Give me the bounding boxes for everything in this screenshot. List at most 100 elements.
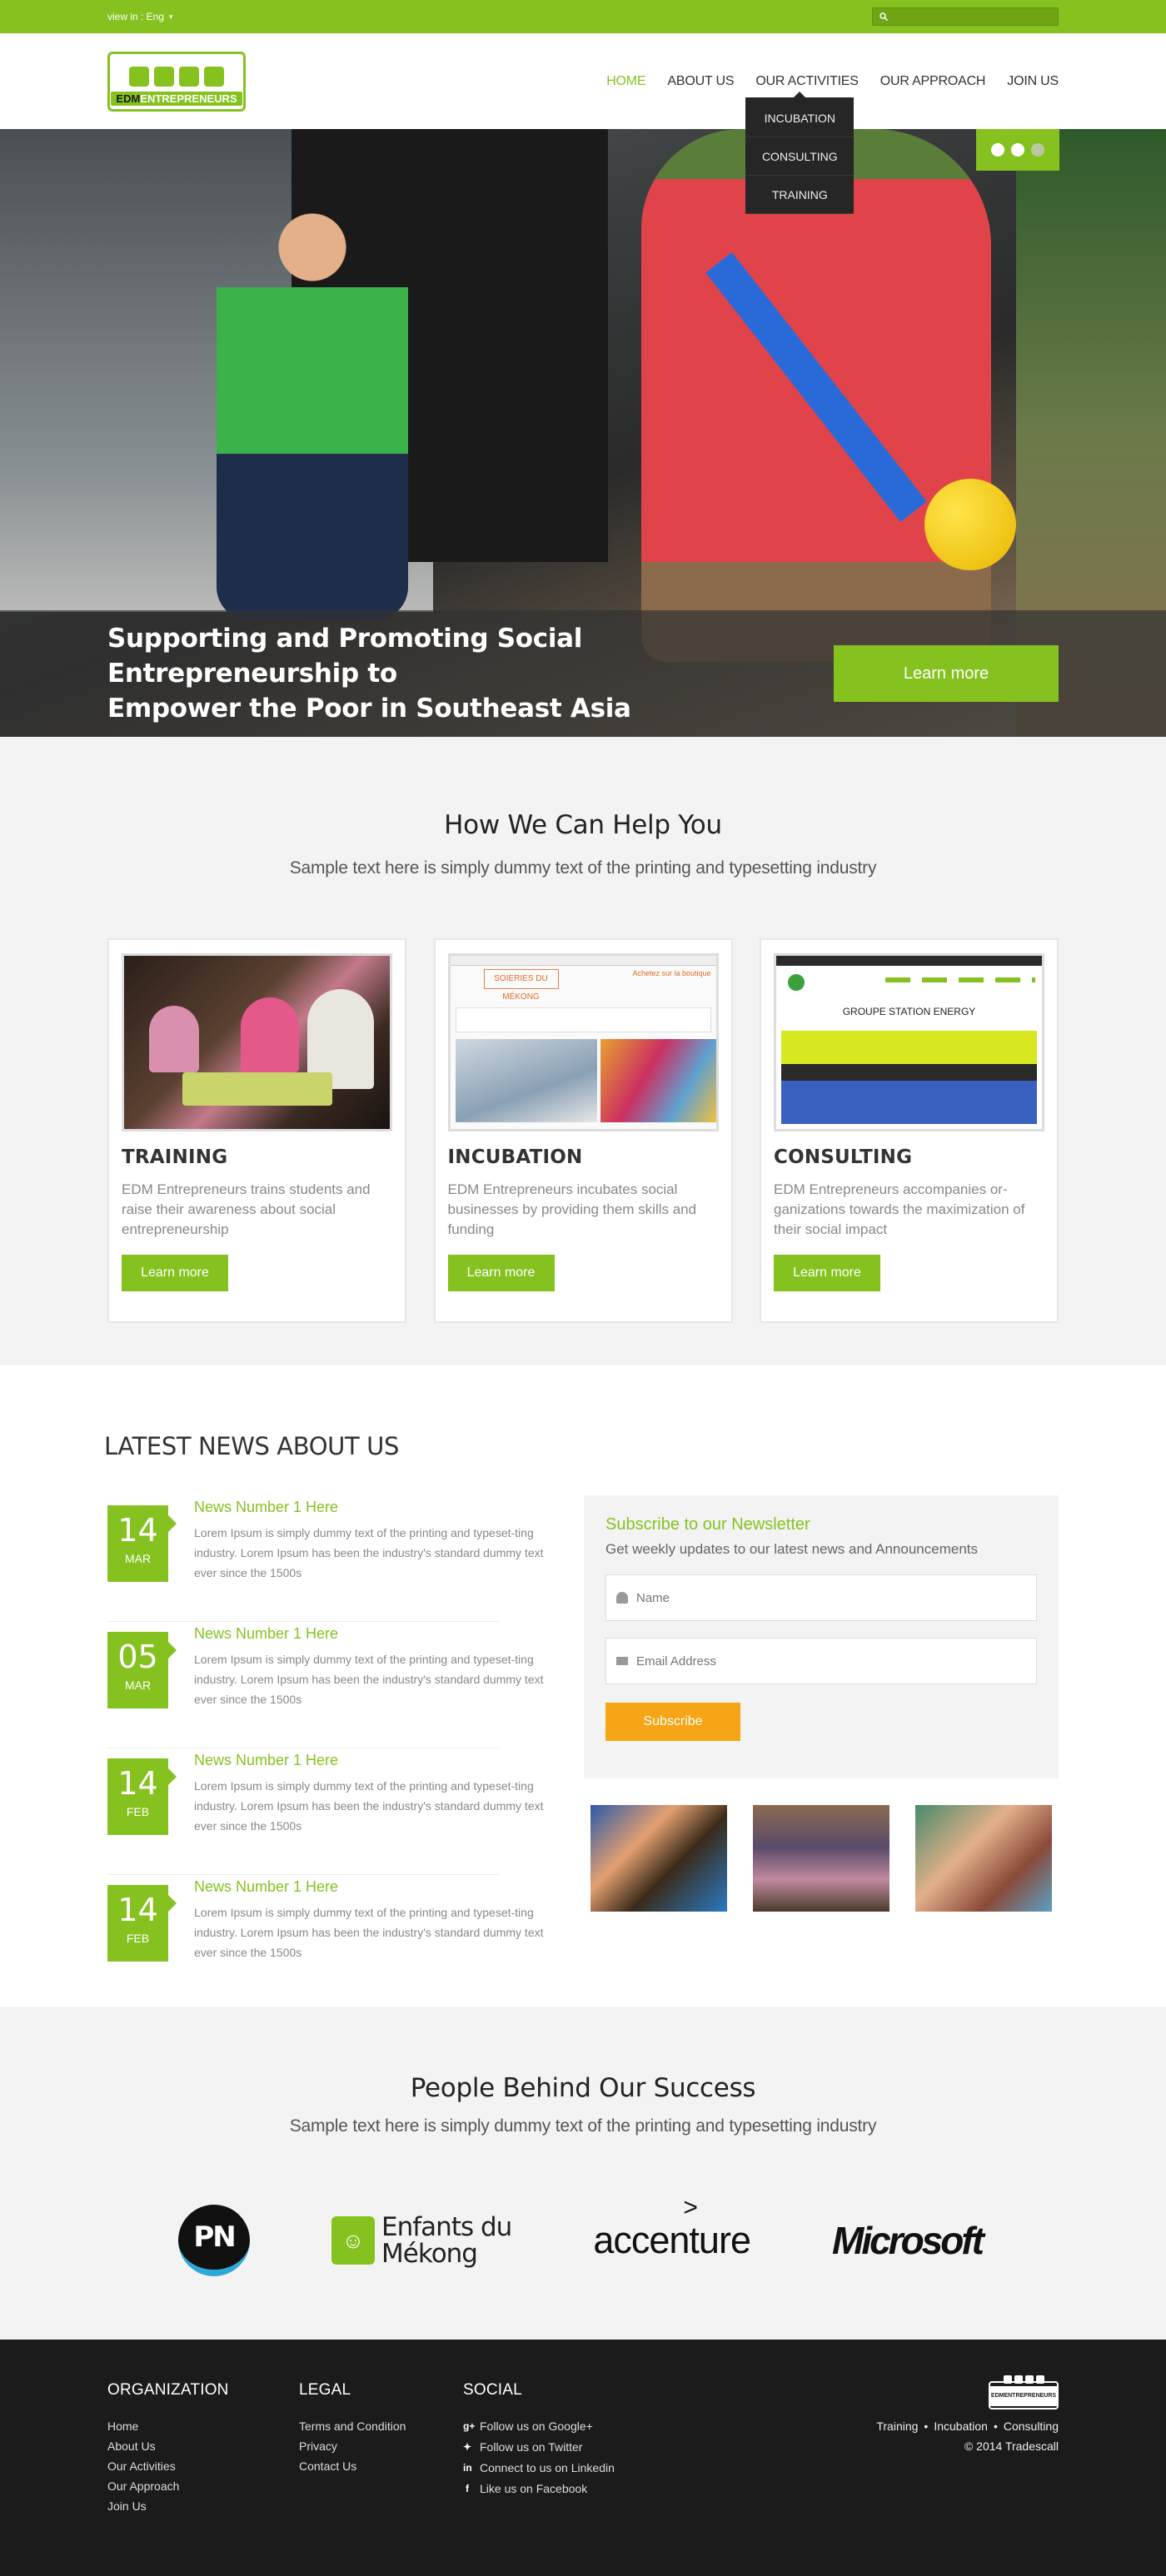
footer-link-training[interactable]: Training [876,2419,918,2433]
newsletter-box: Subscribe to our Newsletter Get weekly u… [584,1495,1059,1778]
news-date-badge: 05 MAR [107,1632,177,1708]
learn-more-button[interactable]: Learn more [447,1255,555,1291]
hero-slider: Supporting and Promoting Social Entrepre… [0,129,1166,737]
footer-link-consulting[interactable]: Consulting [1004,2419,1059,2433]
footer: ORGANIZATION Home About Us Our Activitie… [0,2340,1166,2576]
news-item-text: Lorem Ipsum is simply dummy text of the … [194,1906,544,1959]
news-item-title[interactable]: News Number 1 Here [194,1625,544,1643]
dropdown-item-incubation[interactable]: INCUBATION [745,99,855,137]
help-section: How We Can Help You Sample text here is … [0,737,1166,1365]
news-item-title[interactable]: News Number 1 Here [194,1878,544,1896]
name-field[interactable] [605,1574,1037,1621]
footer-link-activities[interactable]: Our Activities [107,2456,299,2476]
shop-link-text: Achetez sur la boutique [632,969,711,977]
email-input[interactable] [636,1654,969,1668]
footer-link-linkedin[interactable]: in Connect to us on Linkedin [463,2458,713,2479]
email-field[interactable] [605,1638,1037,1684]
thumbnail-children-1[interactable] [590,1805,727,1912]
microsoft-logo[interactable]: Microsoft [832,2218,984,2263]
dropdown-item-consulting[interactable]: CONSULTING [745,137,855,176]
accenture-logo[interactable]: > accenture [593,2194,751,2262]
footer-social: SOCIAL g+ Follow us on Google+ ✦ Follow us… [463,2381,713,2516]
footer-link-home[interactable]: Home [107,2416,299,2436]
help-title: How We Can Help You [444,810,722,840]
smile-icon: ☺ [331,2216,376,2265]
copyright: © 2014 Tradescall [964,2439,1059,2453]
news-item-title[interactable]: News Number 1 Here [194,1752,544,1769]
header: EDMENTREPRENEURS HOME ABOUT US OUR ACTIV… [0,33,1166,214]
user-icon [616,1592,628,1604]
logo-text: EDMENTREPRENEURS [111,91,242,106]
search-icon [879,12,888,21]
card-title: CONSULTING [774,1146,913,1168]
nav-about-us[interactable]: ABOUT US [667,74,734,89]
newsletter-subtitle: Get weekly updates to our latest news an… [605,1541,978,1557]
name-input[interactable] [636,1590,969,1605]
news-item[interactable]: 05 MAR News Number 1 Here Lorem Ipsum is s… [107,1622,549,1748]
hero-caption: Supporting and Promoting Social Entrepre… [0,610,1166,737]
footer-link-facebook[interactable]: f Like us on Facebook [463,2479,713,2499]
slider-dot-1[interactable] [991,143,1004,157]
slider-dot-3[interactable] [1031,143,1044,157]
footer-link-about[interactable]: About Us [107,2436,299,2456]
card-training: TRAINING EDM Entrepreneurs trains studen… [107,938,406,1323]
partners-section: People Behind Our Success Sample text he… [0,2007,1166,2340]
hero-learn-more-button[interactable]: Learn more [834,645,1059,702]
news-date-badge: 14 MAR [107,1505,177,1582]
language-label: view in : Eng [107,11,165,22]
news-item-title[interactable]: News Number 1 Here [194,1499,544,1516]
news-item[interactable]: 14 MAR News Number 1 Here Lorem Ipsum is s… [107,1495,549,1622]
language-selector[interactable]: view in : Eng ▾ [107,11,173,22]
chevron-down-icon: ▾ [169,12,173,21]
news-title: LATEST NEWS ABOUT US [104,1432,399,1460]
footer-logo[interactable]: EDMENTREPRENEURS [989,2375,1059,2409]
pn-logo[interactable]: PN [178,2205,250,2276]
card-incubation: SOIERIES DU MÉKONG Achetez sur la boutiq… [433,938,733,1323]
card-text: EDM Entrepreneurs accompanies or-ganizat… [774,1181,1025,1237]
footer-link-terms[interactable]: Terms and Condition [299,2416,463,2436]
footer-link-googleplus[interactable]: g+ Follow us on Google+ [463,2416,713,2437]
soieries-logo: SOIERIES DU MÉKONG [483,969,559,1002]
footer-legal: LEGAL Terms and Condition Privacy Contac… [299,2381,463,2516]
consulting-screenshot: GROUPE STATION ENERGY [774,953,1044,1131]
learn-more-button[interactable]: Learn more [774,1255,880,1291]
newsletter-title: Subscribe to our Newsletter [605,1515,810,1534]
footer-link-contact[interactable]: Contact Us [299,2456,463,2476]
thumbnail-classroom[interactable] [753,1805,889,1912]
incubation-screenshot: SOIERIES DU MÉKONG Achetez sur la boutiq… [447,953,719,1131]
slider-dot-2[interactable] [1011,143,1024,157]
news-item[interactable]: 14 FEB News Number 1 Here Lorem Ipsum is s… [107,1748,549,1875]
main-nav: HOME ABOUT US OUR ACTIVITIES INCUBATION … [606,74,1059,214]
news-section: LATEST NEWS ABOUT US 14 MAR News Number 1… [0,1365,1166,2007]
nav-join-us[interactable]: JOIN US [1007,74,1059,89]
news-item[interactable]: 14 FEB News Number 1 Here Lorem Ipsum is s… [107,1875,549,2002]
dropdown-item-training[interactable]: TRAINING [745,176,855,214]
google-plus-icon: g+ [463,2420,476,2432]
footer-right: EDMENTREPRENEURS Training • Incubation • Con… [876,2375,1059,2516]
learn-more-button[interactable]: Learn more [122,1255,228,1291]
thumbnail-children-2[interactable] [915,1805,1052,1912]
news-item-text: Lorem Ipsum is simply dummy text of the … [194,1526,544,1579]
footer-link-privacy[interactable]: Privacy [299,2436,463,2456]
search-box[interactable] [872,7,1059,26]
hero-headline: Supporting and Promoting Social Entrepre… [107,624,631,724]
slider-dots [976,129,1059,171]
help-subtitle: Sample text here is simply dummy text of… [289,858,877,878]
partners-subtitle: Sample text here is simply dummy text of… [289,2116,877,2136]
nav-our-approach[interactable]: OUR APPROACH [880,74,986,89]
linkedin-icon: in [463,2462,472,2474]
nav-our-activities[interactable]: OUR ACTIVITIES [755,74,859,88]
footer-link-approach[interactable]: Our Approach [107,2476,299,2496]
subscribe-button[interactable]: Subscribe [605,1703,740,1741]
footer-link-twitter[interactable]: ✦ Follow us on Twitter [463,2437,713,2458]
twitter-icon: ✦ [463,2441,472,2453]
enfants-du-mekong-logo[interactable]: ☺ Enfants du Mékong [331,2214,512,2267]
footer-link-join[interactable]: Join Us [107,2496,299,2516]
nav-home[interactable]: HOME [606,74,645,89]
news-date-badge: 14 FEB [107,1885,177,1962]
site-logo[interactable]: EDMENTREPRENEURS [107,51,246,112]
search-input[interactable] [893,12,1043,22]
footer-heading: ORGANIZATION [107,2381,229,2399]
photo-thumbnails [584,1805,1059,1912]
footer-link-incubation[interactable]: Incubation [934,2419,988,2433]
